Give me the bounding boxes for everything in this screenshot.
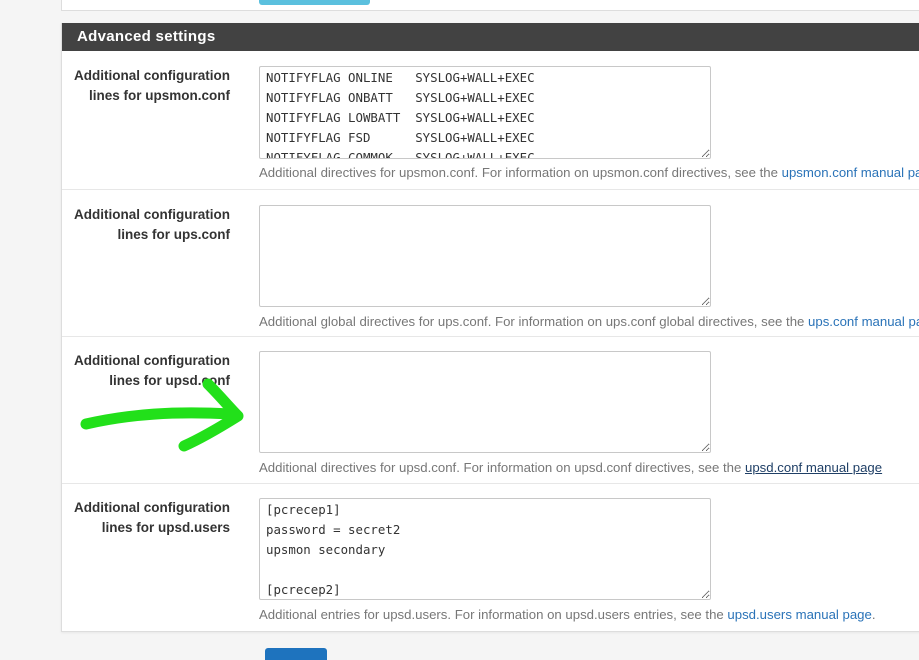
previous-panel bbox=[61, 0, 919, 11]
ups-conf-textarea[interactable] bbox=[259, 205, 711, 307]
help-text: Additional global directives for ups.con… bbox=[259, 313, 919, 331]
help-text: Additional directives for upsmon.conf. F… bbox=[259, 164, 919, 182]
upsmon-conf-textarea[interactable]: NOTIFYFLAG ONLINE SYSLOG+WALL+EXEC NOTIF… bbox=[259, 66, 711, 159]
upsmon-conf-manual-link[interactable]: upsmon.conf manual page bbox=[782, 165, 919, 180]
row-ups-conf: Additional configuration lines for ups.c… bbox=[62, 189, 919, 337]
row-label: Additional configuration lines for upsd.… bbox=[74, 500, 230, 535]
previous-panel-button[interactable] bbox=[259, 0, 370, 5]
ups-conf-manual-link[interactable]: ups.conf manual page bbox=[808, 314, 919, 329]
upsd-conf-manual-link[interactable]: upsd.conf manual page bbox=[745, 460, 882, 475]
save-button[interactable] bbox=[265, 648, 327, 660]
upsd-users-manual-link[interactable]: upsd.users manual page bbox=[727, 607, 871, 622]
row-upsd-users: Additional configuration lines for upsd.… bbox=[62, 483, 919, 632]
help-text: Additional entries for upsd.users. For i… bbox=[259, 607, 876, 622]
row-label: Additional configuration lines for ups.c… bbox=[74, 207, 230, 242]
advanced-settings-panel: Advanced settings Additional configurati… bbox=[61, 23, 919, 632]
upsd-users-textarea[interactable]: [pcrecep1] password = secret2 upsmon sec… bbox=[259, 498, 711, 600]
upsd-conf-textarea[interactable] bbox=[259, 351, 711, 453]
green-arrow-icon bbox=[80, 378, 244, 452]
help-text: Additional directives for upsd.conf. For… bbox=[259, 460, 883, 475]
row-label: Additional configuration lines for upsmo… bbox=[74, 68, 230, 103]
row-upsmon-conf: Additional configuration lines for upsmo… bbox=[62, 51, 919, 189]
panel-heading: Advanced settings bbox=[62, 23, 919, 51]
